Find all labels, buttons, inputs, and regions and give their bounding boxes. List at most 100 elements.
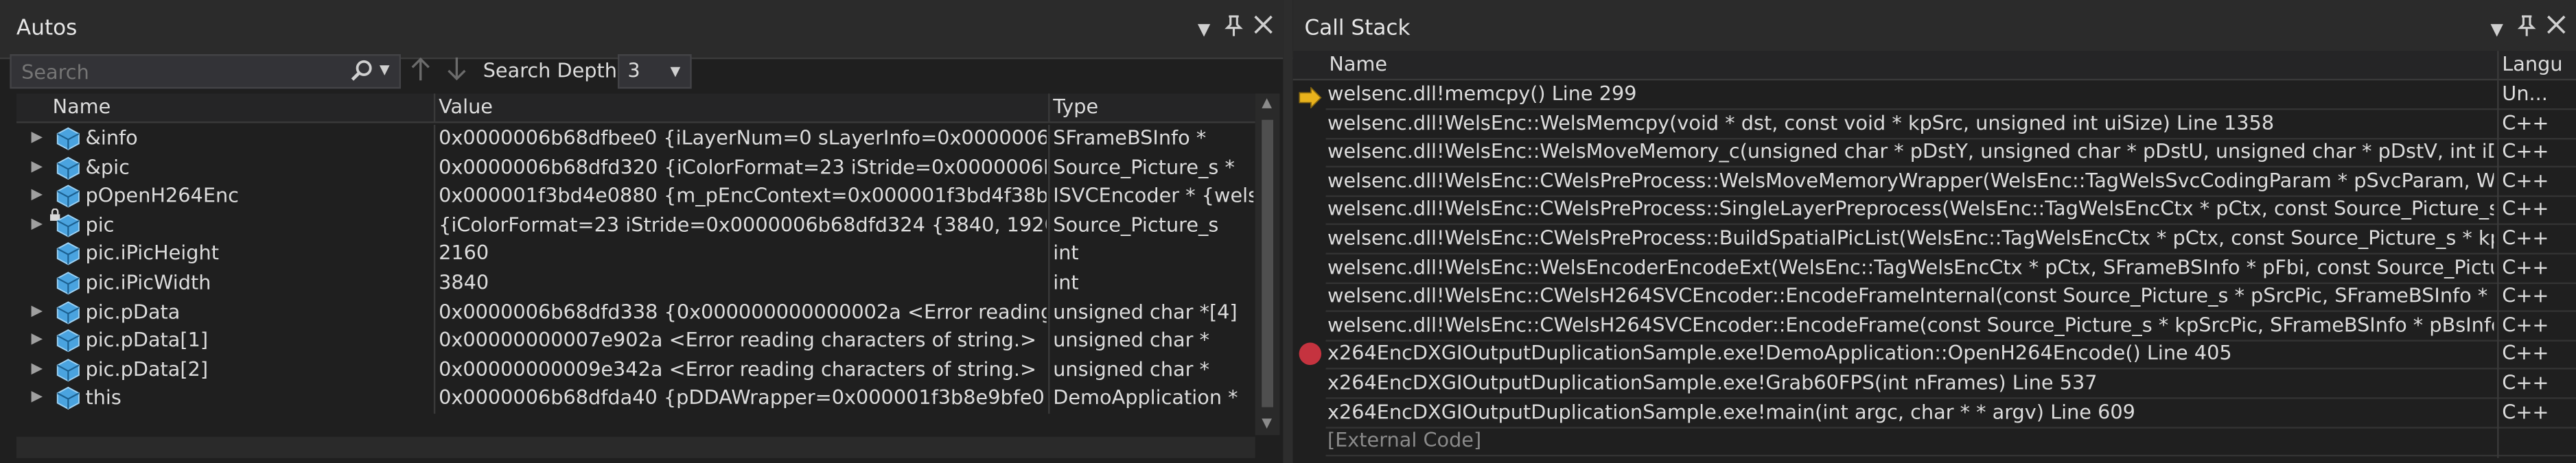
search-previous-arrow-icon[interactable]	[410, 56, 430, 88]
variable-value[interactable]: 2160	[439, 242, 1047, 265]
column-divider	[433, 124, 436, 414]
call-stack-row[interactable]: x264EncDXGIOutputDuplicationSample.exe!G…	[1293, 370, 2576, 399]
variable-name: this	[85, 386, 121, 409]
variable-type: int	[1053, 241, 1079, 265]
frame-name: [External Code]	[1327, 429, 1482, 452]
variable-value[interactable]: 0x00000000007e902a <Error reading charac…	[439, 329, 1047, 352]
column-header-type[interactable]: Type	[1053, 95, 1098, 119]
variable-value[interactable]: 0x0000006b68dfbee0 {iLayerNum=0 sLayerIn…	[439, 126, 1047, 150]
table-row[interactable]: ▶ &pic 0x0000006b68dfd320 {iColorFormat=23…	[16, 154, 1255, 182]
expand-arrow-icon[interactable]: ▶	[31, 216, 43, 233]
call-stack-panel: Call Stack ▼ Name Langu welsenc.dll!memc…	[1292, 0, 2576, 463]
search-next-arrow-icon[interactable]	[447, 56, 467, 88]
column-header-value[interactable]: Value	[439, 95, 493, 119]
variable-value[interactable]: 0x0000006b68dfd338 {0x000000000000002a <…	[439, 300, 1047, 323]
column-header-name[interactable]: Name	[1329, 53, 1387, 76]
row-gridline	[1325, 455, 2576, 457]
scrollbar-thumb[interactable]	[1262, 119, 1273, 407]
expand-arrow-icon[interactable]: ▶	[31, 158, 43, 175]
table-row[interactable]: ▶ pic.pData[2] 0x00000000009e342a <Error r…	[16, 356, 1255, 385]
variable-name: pOpenH264Enc	[85, 184, 239, 208]
variable-name: &info	[85, 126, 138, 150]
call-stack-row[interactable]: welsenc.dll!WelsEnc::CWelsPreProcess::Bu…	[1293, 225, 2576, 254]
variable-value[interactable]: 3840	[439, 271, 1047, 294]
table-row[interactable]: ▶ pOpenH264Enc 0x000001f3bd4e0880 {m_pEncC…	[16, 182, 1255, 222]
autos-title-bar: Autos ▼	[0, 0, 1284, 60]
variable-value[interactable]: {iColorFormat=23 iStride=0x0000006b68dfd…	[439, 213, 1047, 237]
dropdown-arrow-icon[interactable]: ▼	[1198, 18, 1210, 44]
frame-language: C++	[2502, 284, 2549, 308]
variable-name: pic.pData[2]	[85, 357, 209, 381]
expand-arrow-icon[interactable]: ▶	[31, 390, 43, 406]
expand-arrow-icon[interactable]: ▶	[31, 332, 43, 348]
dropdown-arrow-icon[interactable]: ▼	[2491, 18, 2503, 44]
variable-icon	[56, 386, 80, 411]
table-row[interactable]: pic.iPicWidth 3840 int	[16, 270, 1255, 298]
column-header-language[interactable]: Langu	[2502, 53, 2562, 76]
variable-name: pic.iPicWidth	[85, 270, 211, 294]
search-box[interactable]: ▼	[10, 54, 402, 89]
search-options-dropdown-icon[interactable]: ▼	[380, 62, 390, 78]
variable-value[interactable]: 0x00000000009e342a <Error reading charac…	[439, 357, 1047, 381]
table-row[interactable]: ▶ this 0x0000006b68dfda40 {pDDAWrapper=0x0…	[16, 385, 1255, 414]
call-stack-column-header: Name Langu	[1292, 51, 2576, 81]
call-stack-row[interactable]: welsenc.dll!WelsEnc::WelsMoveMemory_c(un…	[1293, 139, 2576, 168]
search-icon[interactable]	[350, 58, 373, 88]
call-stack-row[interactable]: welsenc.dll!WelsEnc::CWelsH264SVCEncoder…	[1293, 283, 2576, 313]
table-row[interactable]: pic.iPicHeight 2160 int	[16, 240, 1255, 269]
frame-language: Un...	[2502, 82, 2548, 106]
call-stack-row[interactable]: welsenc.dll!WelsEnc::WelsMemcpy(void * d…	[1293, 109, 2576, 139]
close-icon[interactable]	[1253, 15, 1273, 43]
expand-arrow-icon[interactable]: ▶	[31, 130, 43, 146]
close-icon[interactable]	[2546, 15, 2566, 43]
variable-name: pic.pData[1]	[85, 329, 209, 352]
call-stack-row[interactable]: x264EncDXGIOutputDuplicationSample.exe!m…	[1293, 399, 2576, 428]
frame-name: welsenc.dll!WelsEnc::CWelsH264SVCEncoder…	[1327, 313, 2494, 337]
table-row[interactable]: ▶ pic {iColorFormat=23 iStride=0x0000006b6…	[16, 211, 1255, 240]
breakpoint-icon[interactable]	[1298, 342, 1323, 373]
pin-icon[interactable]	[1224, 15, 1244, 46]
variable-type: ISVCEncoder * {wels...	[1053, 184, 1253, 208]
column-divider[interactable]	[433, 93, 436, 122]
call-stack-row[interactable]: [External Code]	[1293, 427, 2576, 457]
column-divider	[1048, 124, 1050, 414]
variable-name: pic	[85, 213, 115, 237]
frame-language: C++	[2502, 400, 2549, 423]
call-stack-row[interactable]: welsenc.dll!memcpy() Line 299 Un...	[1293, 80, 2576, 110]
pin-icon[interactable]	[2517, 15, 2537, 46]
variable-value[interactable]: 0x0000006b68dfda40 {pDDAWrapper=0x000001…	[439, 386, 1047, 409]
variable-type: unsigned char *	[1053, 357, 1209, 381]
scroll-up-arrow-icon[interactable]: ▲	[1262, 95, 1272, 110]
search-input[interactable]	[18, 57, 337, 87]
frame-language: C++	[2502, 313, 2549, 337]
call-stack-row[interactable]: welsenc.dll!WelsEnc::CWelsPreProcess::Si…	[1293, 196, 2576, 226]
frame-name: x264EncDXGIOutputDuplicationSample.exe!D…	[1327, 342, 2232, 366]
table-row[interactable]: ▶ pic.pData 0x0000006b68dfd338 {0x00000000…	[16, 298, 1255, 327]
column-divider[interactable]	[2497, 51, 2499, 79]
panel-splitter[interactable]	[1283, 0, 1293, 463]
variable-value[interactable]: 0x0000006b68dfd320 {iColorFormat=23 iStr…	[439, 155, 1047, 178]
frame-name: welsenc.dll!WelsEnc::CWelsH264SVCEncoder…	[1327, 284, 2494, 308]
expand-arrow-icon[interactable]: ▶	[31, 187, 43, 204]
scroll-down-arrow-icon[interactable]: ▼	[1262, 416, 1272, 431]
frame-language: C++	[2502, 226, 2549, 250]
autos-vertical-scrollbar[interactable]: ▲ ▼	[1255, 93, 1280, 436]
autos-horizontal-scrollbar[interactable]	[16, 436, 1255, 458]
variable-icon	[56, 271, 80, 295]
column-divider[interactable]	[1048, 93, 1050, 122]
table-row[interactable]: ▶ pic.pData[1] 0x00000000007e902a <Error r…	[16, 327, 1255, 356]
chevron-down-icon: ▼	[670, 64, 681, 79]
call-stack-row[interactable]: welsenc.dll!WelsEnc::CWelsPreProcess::We…	[1293, 167, 2576, 197]
search-depth-select[interactable]: 3 ▼	[617, 54, 692, 89]
call-stack-row[interactable]: welsenc.dll!WelsEnc::WelsEncoderEncodeEx…	[1293, 254, 2576, 284]
variable-icon	[56, 155, 80, 180]
call-stack-row[interactable]: welsenc.dll!WelsEnc::CWelsH264SVCEncoder…	[1293, 311, 2576, 342]
expand-arrow-icon[interactable]: ▶	[31, 303, 43, 320]
expand-arrow-icon[interactable]: ▶	[31, 361, 43, 377]
variable-type: int	[1053, 270, 1079, 294]
variable-type: unsigned char *[4]	[1053, 300, 1238, 323]
call-stack-row[interactable]: x264EncDXGIOutputDuplicationSample.exe!D…	[1293, 340, 2576, 370]
table-row[interactable]: ▶ &info 0x0000006b68dfbee0 {iLayerNum=0 sL…	[16, 125, 1255, 154]
column-header-name[interactable]: Name	[53, 95, 111, 119]
variable-value[interactable]: 0x000001f3bd4e0880 {m_pEncContext=0x0000…	[439, 185, 1047, 208]
